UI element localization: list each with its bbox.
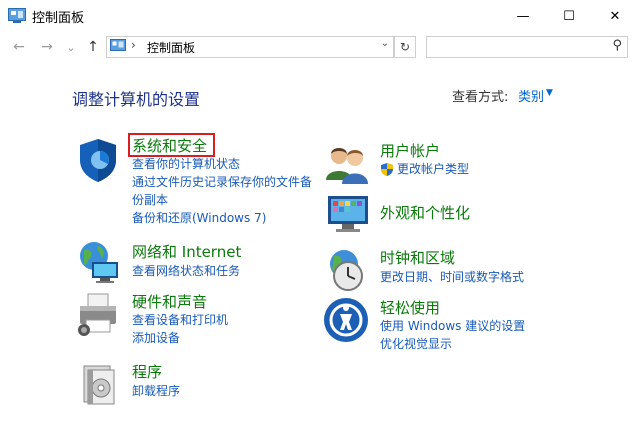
breadcrumb-item[interactable]: 控制面板 <box>147 39 195 56</box>
programs-icon[interactable] <box>74 360 122 408</box>
control-panel-icon <box>8 8 26 23</box>
up-button[interactable]: ↑ <box>82 36 104 58</box>
category-title-appearance[interactable]: 外观和个性化 <box>380 202 470 223</box>
category-title-user-accounts[interactable]: 用户帐户 <box>380 140 440 161</box>
link-devices-printers[interactable]: 查看设备和打印机 <box>132 311 228 329</box>
back-button[interactable]: ← <box>8 36 30 58</box>
link-file-history-cont[interactable]: 份副本 <box>132 191 168 209</box>
link-uninstall-program[interactable]: 卸载程序 <box>132 382 180 400</box>
control-panel-icon <box>110 39 126 51</box>
link-file-history[interactable]: 通过文件历史记录保存你的文件备 <box>132 173 312 191</box>
search-icon[interactable]: ⚲ <box>612 38 622 53</box>
category-title-network[interactable]: 网络和 Internet <box>132 241 241 262</box>
category-title-hardware[interactable]: 硬件和声音 <box>132 291 207 312</box>
recent-locations-button[interactable]: ⌄ <box>60 36 82 58</box>
window-title: 控制面板 <box>32 11 85 26</box>
page-title: 调整计算机的设置 <box>72 90 201 109</box>
view-by-label: 查看方式: <box>452 90 509 105</box>
shield-icon[interactable] <box>74 136 122 184</box>
display-icon[interactable] <box>324 190 372 238</box>
clock-globe-icon[interactable] <box>322 246 370 294</box>
link-change-date-time[interactable]: 更改日期、时间或数字格式 <box>380 268 524 286</box>
link-backup-restore[interactable]: 备份和还原(Windows 7) <box>132 209 266 227</box>
address-bar[interactable]: › 控制面板 ⌄ <box>106 36 394 58</box>
link-network-status[interactable]: 查看网络状态和任务 <box>132 262 240 280</box>
refresh-button[interactable]: ↻ <box>394 36 416 58</box>
category-title-system-security[interactable]: 系统和安全 <box>132 135 207 156</box>
maximize-button[interactable]: ☐ <box>546 0 592 32</box>
printer-icon[interactable] <box>74 290 122 338</box>
category-title-clock-region[interactable]: 时钟和区域 <box>380 247 455 268</box>
chevron-down-icon[interactable]: ⌄ <box>381 38 389 49</box>
network-icon[interactable] <box>74 238 122 286</box>
users-icon[interactable] <box>324 140 372 188</box>
link-add-device[interactable]: 添加设备 <box>132 329 180 347</box>
category-title-programs[interactable]: 程序 <box>132 361 162 382</box>
dropdown-arrow-icon[interactable]: ▼ <box>546 88 553 98</box>
link-view-computer-status[interactable]: 查看你的计算机状态 <box>132 155 240 173</box>
ease-of-access-icon[interactable] <box>322 296 370 344</box>
breadcrumb-separator: › <box>131 38 136 52</box>
search-input[interactable]: ⚲ <box>426 36 628 58</box>
link-optimize-display[interactable]: 优化视觉显示 <box>380 335 452 353</box>
forward-button[interactable]: → <box>36 36 58 58</box>
link-windows-recommended[interactable]: 使用 Windows 建议的设置 <box>380 317 525 335</box>
view-by-dropdown[interactable]: 类别 <box>518 86 544 105</box>
uac-shield-icon <box>381 163 393 176</box>
close-button[interactable]: ✕ <box>592 0 638 32</box>
minimize-button[interactable]: — <box>500 0 546 32</box>
category-title-ease-of-access[interactable]: 轻松使用 <box>380 297 440 318</box>
link-change-account-type[interactable]: 更改帐户类型 <box>397 160 469 178</box>
